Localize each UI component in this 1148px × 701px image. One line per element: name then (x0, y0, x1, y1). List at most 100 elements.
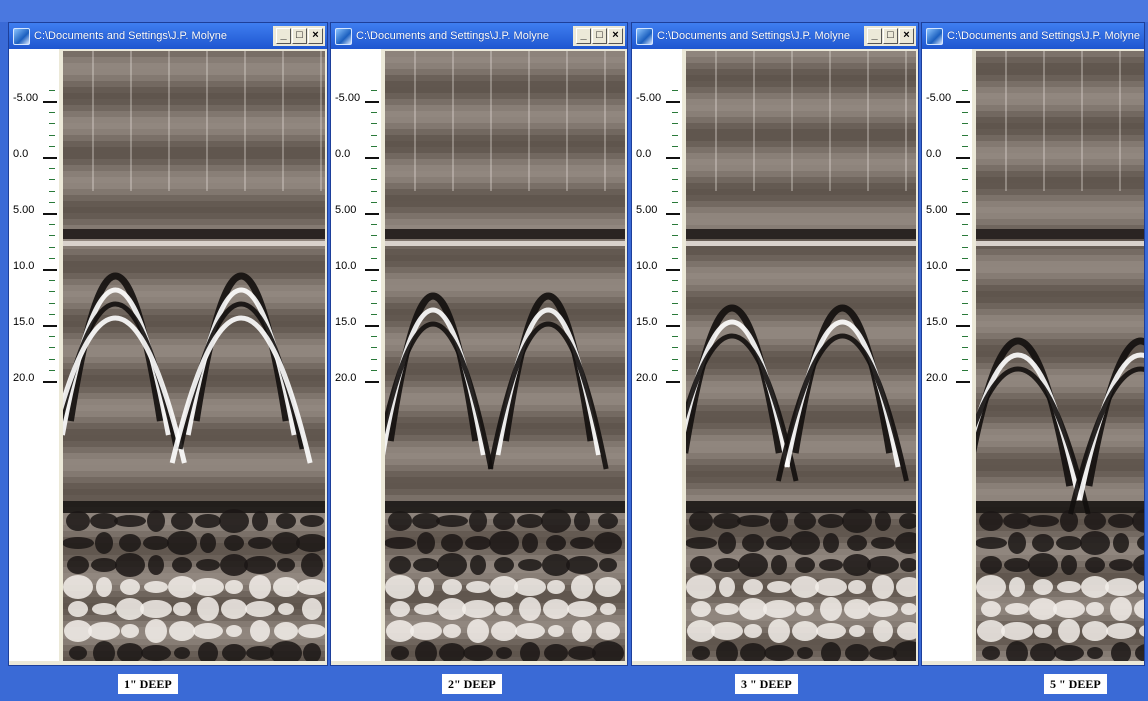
clutter-blob (173, 602, 191, 616)
radar-scan-image[interactable] (63, 51, 325, 661)
clutter-blob (600, 603, 616, 615)
radar-window-1[interactable]: C:\Documents and Settings\J.P. Molyne _ … (8, 22, 328, 666)
clutter-blob (95, 532, 113, 554)
minimize-button[interactable]: _ (576, 28, 591, 44)
ruler-major-tick (43, 213, 57, 215)
clutter-blob (689, 511, 713, 531)
scan-band (63, 93, 325, 99)
radar-scan-image[interactable] (976, 51, 1144, 661)
scan-band (976, 117, 1144, 123)
clutter-blob (1082, 621, 1108, 641)
scan-band (686, 357, 916, 363)
clutter-blob (771, 555, 787, 575)
radar-window-4[interactable]: C:\Documents and Settings\J.P. Molyne -5… (921, 22, 1145, 666)
surface-band (976, 229, 1144, 239)
scan-band (63, 219, 325, 225)
ruler-minor-tick (672, 336, 678, 338)
scan-band (686, 489, 916, 495)
clutter-blob (768, 619, 790, 643)
scan-band (385, 363, 625, 369)
clutter-blob (1106, 623, 1136, 639)
scan-band (63, 315, 325, 321)
radar-window-2[interactable]: C:\Documents and Settings\J.P. Molyne _ … (330, 22, 628, 666)
minimize-button[interactable]: _ (276, 28, 291, 44)
clutter-blob (594, 532, 622, 554)
scan-band (385, 69, 625, 75)
window-titlebar[interactable]: C:\Documents and Settings\J.P. Molyne _ … (9, 23, 327, 49)
ruler-minor-tick (672, 257, 678, 259)
clutter-blob (489, 531, 519, 555)
ruler-major-tick (365, 381, 379, 383)
ruler-minor-tick (962, 112, 968, 114)
ruler-major-tick (956, 101, 970, 103)
close-button[interactable]: × (308, 28, 323, 44)
ruler-minor-tick (49, 246, 55, 248)
radar-window-3[interactable]: C:\Documents and Settings\J.P. Molyne _ … (631, 22, 919, 666)
clutter-blob (873, 620, 893, 642)
clutter-blob (495, 602, 513, 616)
clutter-blob (542, 554, 570, 576)
scan-band (976, 51, 1144, 57)
scan-band (385, 201, 625, 207)
close-button[interactable]: × (899, 28, 914, 44)
clutter-blob (388, 511, 412, 531)
clutter-blob (1108, 514, 1134, 528)
maximize-button[interactable]: □ (883, 28, 898, 44)
clutter-blob (141, 645, 171, 661)
ruler-minor-tick (962, 201, 968, 203)
ruler-major-tick (956, 381, 970, 383)
maximize-button[interactable]: □ (292, 28, 307, 44)
maximize-button[interactable]: □ (592, 28, 607, 44)
scan-band (385, 147, 625, 153)
scan-band (63, 99, 325, 105)
clutter-blob (1003, 513, 1031, 529)
clutter-blob (568, 646, 596, 660)
depth-caption-2: 2" DEEP (442, 674, 502, 694)
window-titlebar[interactable]: C:\Documents and Settings\J.P. Molyne (922, 23, 1144, 49)
ruler-minor-tick (371, 246, 377, 248)
scan-band (976, 219, 1144, 225)
clutter-blob (246, 646, 274, 660)
scan-band (385, 483, 625, 489)
clutter-blob (816, 623, 846, 639)
radar-scan-image[interactable] (385, 51, 625, 661)
ruler-minor-tick (371, 302, 377, 304)
scan-band (976, 189, 1144, 195)
scan-band (385, 99, 625, 105)
ruler-minor-tick (962, 123, 968, 125)
scan-band (63, 111, 325, 117)
minimize-button[interactable]: _ (867, 28, 882, 44)
scan-band (686, 273, 916, 279)
scan-band (686, 165, 916, 171)
clutter-blob (791, 576, 819, 598)
scan-band (976, 297, 1144, 303)
radar-scan-image[interactable] (686, 51, 916, 661)
clutter-blob (571, 575, 593, 599)
clutter-blob (167, 531, 197, 555)
scan-band (976, 339, 1144, 345)
depth-ruler: -5.00 0.0 5.00 10.0 15.0 20.0 (331, 49, 381, 661)
ruler-major-tick (956, 157, 970, 159)
scan-band (63, 129, 325, 135)
scan-band (63, 105, 325, 111)
clutter-blob (144, 581, 168, 593)
clutter-blob (66, 511, 90, 531)
depth-label: 15.0 (636, 316, 658, 328)
clutter-blob (63, 575, 93, 599)
clutter-blob (980, 556, 1002, 574)
window-titlebar[interactable]: C:\Documents and Settings\J.P. Molyne _ … (331, 23, 627, 49)
clutter-blob (872, 575, 894, 599)
scan-band (686, 207, 916, 213)
scan-band (385, 141, 625, 147)
scan-band (63, 69, 325, 75)
window-titlebar[interactable]: C:\Documents and Settings\J.P. Molyne _ … (632, 23, 918, 49)
ruler-minor-tick (49, 313, 55, 315)
ruler-minor-tick (672, 134, 678, 136)
clutter-blob (69, 646, 87, 660)
ruler-minor-tick (672, 302, 678, 304)
clutter-blob (979, 511, 1003, 531)
scan-band (976, 333, 1144, 339)
close-button[interactable]: × (608, 28, 623, 44)
scan-band (385, 51, 625, 57)
clutter-blob (1113, 533, 1129, 553)
